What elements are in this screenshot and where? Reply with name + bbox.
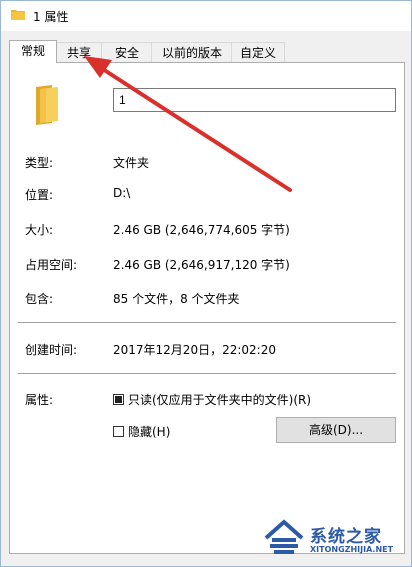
advanced-button[interactable]: 高级(D)... <box>276 417 396 443</box>
hidden-checkbox-label: 隐藏(H) <box>128 425 171 439</box>
hidden-checkbox[interactable]: 隐藏(H) <box>113 423 170 440</box>
readonly-checkbox[interactable]: 只读(仅应用于文件夹中的文件)(R) <box>113 391 311 408</box>
created-label: 创建时间: <box>25 343 78 357</box>
watermark: 系统之家 XITONGZHIJIA.NET <box>262 518 407 562</box>
title-bar: 1 属性 <box>1 1 411 31</box>
house-logo-icon <box>264 519 304 554</box>
location-value: D:\ <box>113 186 131 200</box>
tab-previous-versions[interactable]: 以前的版本 <box>151 42 233 63</box>
separator <box>18 373 396 374</box>
tab-strip: 常规 共享 安全 以前的版本 自定义 <box>9 40 405 63</box>
size-on-disk-label: 占用空间: <box>25 258 78 272</box>
folder-name-input[interactable] <box>113 88 396 112</box>
size-on-disk-value: 2.46 GB (2,646,917,120 字节) <box>113 258 290 272</box>
tab-customize[interactable]: 自定义 <box>231 42 285 63</box>
watermark-title: 系统之家 <box>310 527 382 547</box>
window-title: 1 属性 <box>33 10 69 24</box>
contains-label: 包含: <box>25 292 54 306</box>
properties-window: 1 属性 常规 共享 安全 以前的版本 自定义 类型: 文件夹 位置: D:\ … <box>0 0 412 567</box>
folder-large-icon <box>32 85 62 125</box>
location-label: 位置: <box>25 188 54 202</box>
separator <box>18 322 396 323</box>
general-panel: 类型: 文件夹 位置: D:\ 大小: 2.46 GB (2,646,774,6… <box>9 62 405 554</box>
checkbox-indeterminate-icon[interactable] <box>113 394 124 405</box>
created-value: 2017年12月20日，22:02:20 <box>113 343 276 357</box>
tab-security[interactable]: 安全 <box>101 42 153 63</box>
watermark-subtitle: XITONGZHIJIA.NET <box>310 545 394 554</box>
attributes-label: 属性: <box>25 393 54 407</box>
tab-general[interactable]: 常规 <box>9 40 57 63</box>
readonly-checkbox-label: 只读(仅应用于文件夹中的文件)(R) <box>128 393 312 407</box>
type-value: 文件夹 <box>113 156 150 170</box>
type-label: 类型: <box>25 156 54 170</box>
size-value: 2.46 GB (2,646,774,605 字节) <box>113 223 290 237</box>
checkbox-unchecked-icon[interactable] <box>113 426 124 437</box>
folder-icon <box>11 9 25 20</box>
contains-value: 85 个文件，8 个文件夹 <box>113 292 240 306</box>
size-label: 大小: <box>25 223 54 237</box>
tab-sharing[interactable]: 共享 <box>55 42 103 63</box>
